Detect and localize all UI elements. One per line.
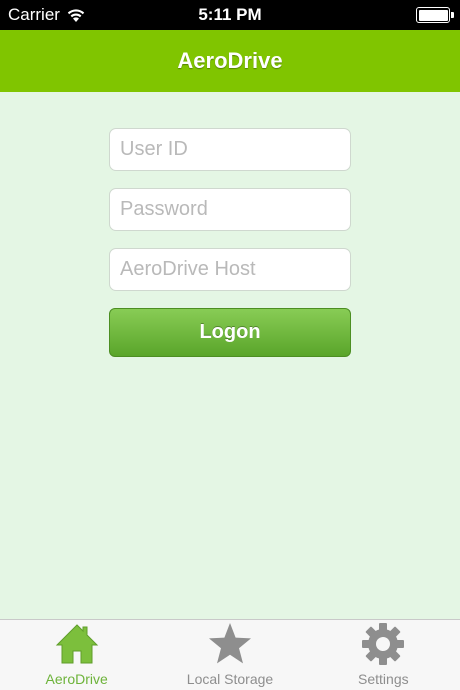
battery-icon	[416, 7, 454, 23]
wifi-icon	[67, 8, 85, 22]
logon-button[interactable]: Logon	[109, 308, 351, 357]
tab-bar: AeroDrive Local Storage Settings	[0, 619, 460, 690]
home-icon	[55, 624, 98, 664]
login-form: Logon	[109, 128, 351, 357]
host-input[interactable]	[109, 248, 351, 291]
status-left: Carrier	[8, 5, 86, 25]
tab-label: AeroDrive	[45, 671, 108, 687]
tab-settings[interactable]: Settings	[307, 620, 460, 690]
tab-label: Settings	[358, 671, 409, 687]
star-icon	[208, 623, 251, 664]
tab-label: Local Storage	[186, 671, 274, 687]
logon-button-label: Logon	[199, 321, 261, 343]
status-bar: Carrier 5:11 PM	[0, 0, 460, 30]
user-id-input[interactable]	[109, 128, 351, 171]
nav-bar: AeroDrive	[0, 30, 460, 92]
carrier-label: Carrier	[8, 5, 60, 24]
gear-icon	[362, 623, 405, 665]
password-input[interactable]	[109, 188, 351, 231]
tab-local-storage[interactable]: Local Storage	[153, 620, 306, 690]
page-title: AeroDrive	[177, 48, 283, 73]
tab-aerodrive[interactable]: AeroDrive	[0, 620, 153, 690]
app-screen: Carrier 5:11 PM AeroDrive Logon Ae	[0, 0, 460, 690]
